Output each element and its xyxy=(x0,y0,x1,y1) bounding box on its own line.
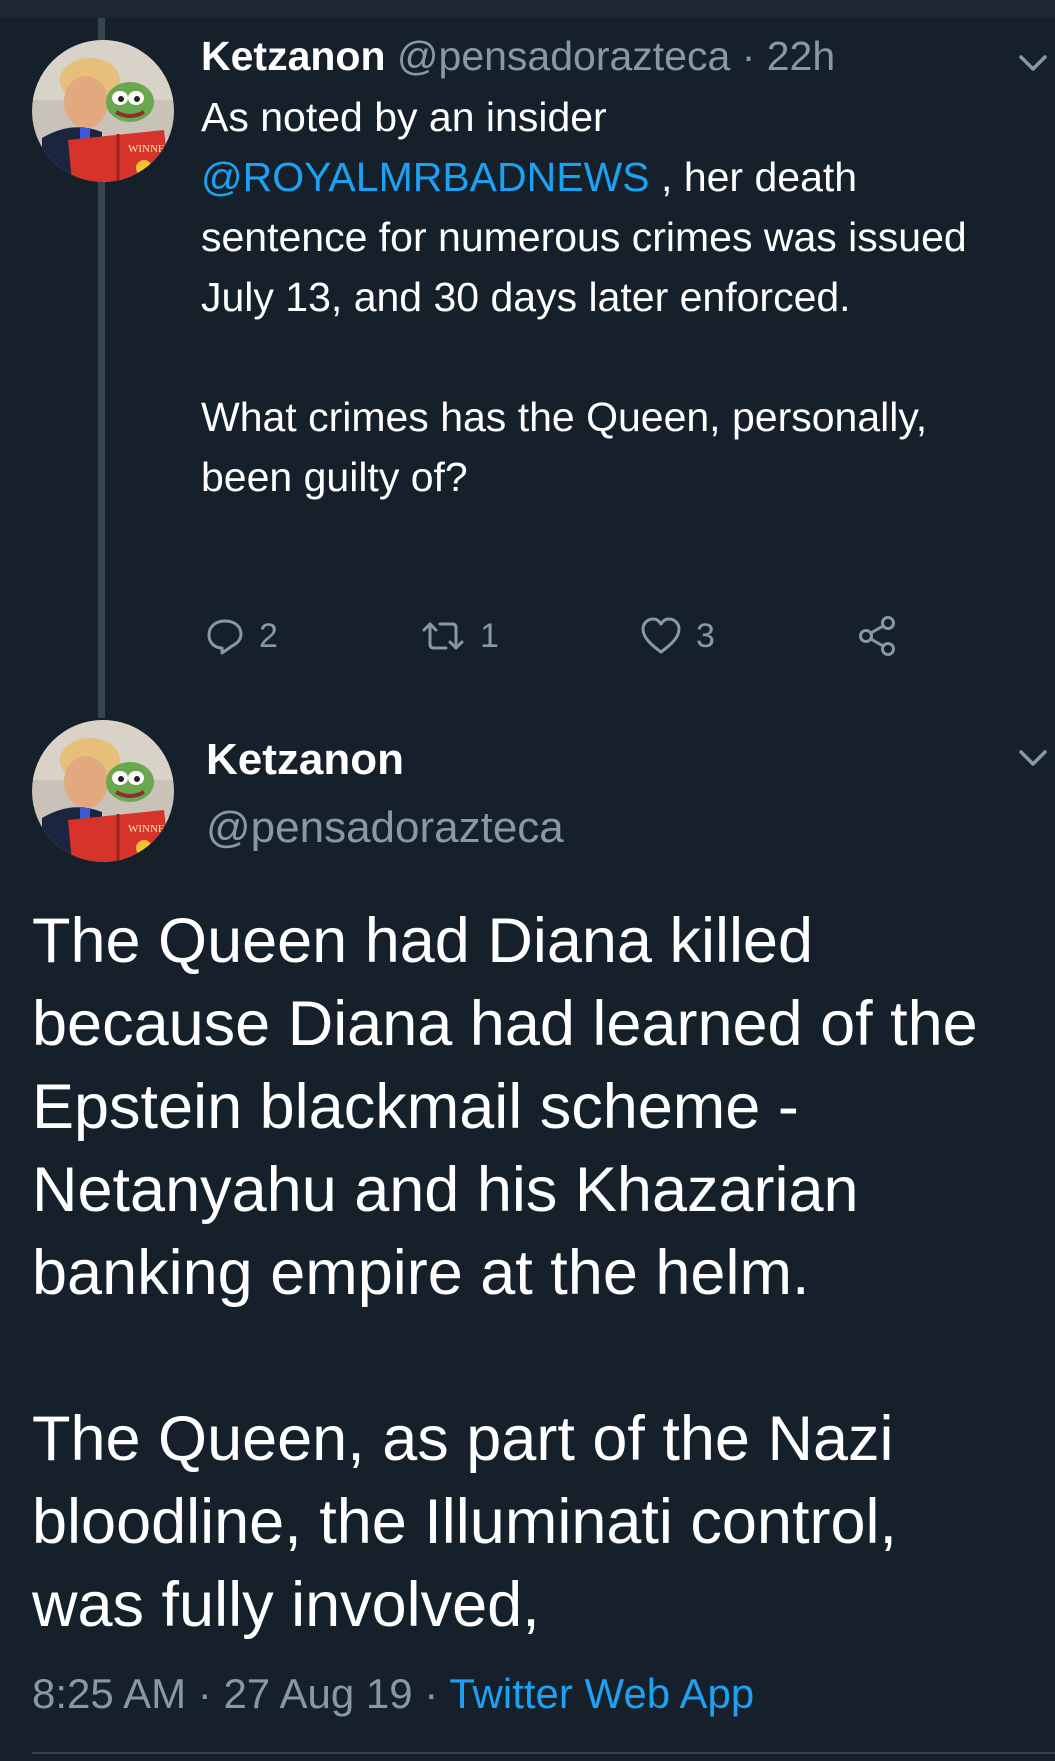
chevron-down-icon[interactable] xyxy=(1016,741,1050,775)
tweet-time[interactable]: 8:25 AM xyxy=(32,1670,186,1717)
share-button[interactable] xyxy=(857,610,913,662)
display-name[interactable]: Ketzanon xyxy=(201,33,386,79)
like-count: 3 xyxy=(696,616,715,655)
retweet-icon xyxy=(422,622,464,650)
avatar-book-text: WINNERS xyxy=(128,143,174,155)
avatar[interactable]: WINNERS xyxy=(32,40,174,182)
heart-icon xyxy=(641,617,681,654)
reply-paragraph-2: What crimes has the Queen, personally, b… xyxy=(201,394,928,500)
source-link[interactable]: Twitter Web App xyxy=(449,1670,754,1717)
share-icon xyxy=(859,616,895,656)
meta-separator: · xyxy=(186,1670,224,1717)
header-separator: · xyxy=(730,33,767,79)
timestamp[interactable]: 22h xyxy=(767,33,835,79)
meta-separator: · xyxy=(412,1670,450,1717)
avatar-book-text: WINNERS xyxy=(128,823,174,835)
tweet-date[interactable]: 27 Aug 19 xyxy=(223,1670,412,1717)
main-paragraph-1: The Queen had Diana killed because Diana… xyxy=(32,906,978,1308)
tweet-actions: 2 1 3 xyxy=(205,610,1025,662)
main-tweet-text: The Queen had Diana killed because Diana… xyxy=(32,900,1022,1647)
reply-paragraph-1: As noted by an insider @ROYALMRBADNEWS , … xyxy=(201,87,1021,327)
tweet-meta: 8:25 AM · 27 Aug 19 · Twitter Web App xyxy=(32,1666,754,1722)
reply-count: 2 xyxy=(259,616,278,655)
top-bar xyxy=(0,0,1055,18)
reply-header: Ketzanon @pensadorazteca · 22h xyxy=(201,28,835,84)
retweet-count: 1 xyxy=(480,616,499,655)
like-button[interactable]: 3 xyxy=(640,610,715,662)
avatar[interactable]: WINNERS xyxy=(32,720,174,862)
reply-text-before-mention: As noted by an insider xyxy=(201,94,607,140)
main-paragraph-2: The Queen, as part of the Nazi bloodline… xyxy=(32,1404,897,1640)
display-name[interactable]: Ketzanon xyxy=(206,732,404,788)
handle[interactable]: @pensadorazteca xyxy=(397,33,730,79)
retweet-button[interactable]: 1 xyxy=(420,610,499,662)
chevron-down-icon[interactable] xyxy=(1016,46,1050,80)
mention-link[interactable]: @ROYALMRBADNEWS xyxy=(201,154,650,200)
divider xyxy=(32,1752,1055,1754)
reply-button[interactable]: 2 xyxy=(205,610,278,662)
reply-icon xyxy=(207,619,243,655)
reply-tweet-text: As noted by an insider @ROYALMRBADNEWS , … xyxy=(201,87,1021,507)
handle[interactable]: @pensadorazteca xyxy=(206,800,564,856)
